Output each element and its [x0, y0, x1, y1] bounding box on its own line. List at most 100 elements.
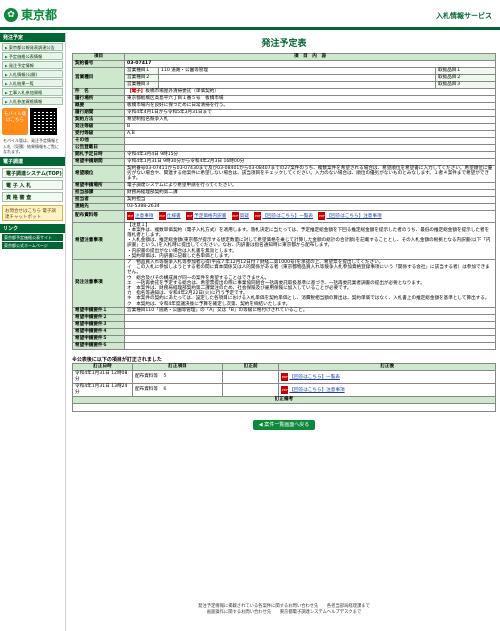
logo-text: 東京都: [21, 8, 58, 22]
apply-notes: 【注意１】 ・本案件は、複数単価契約（電子入札方式）を適用します。落札決定に当た…: [124, 221, 496, 261]
order-notes: ア 物品買入れ等競争入札等参加者心得(平成７年12月12日付７財経二第1000号…: [124, 259, 496, 308]
open-date: 令和4年3月4日 9時15分: [124, 151, 496, 159]
header: ✿ 東京都 入札情報サービス: [0, 0, 500, 30]
tokyo-logo[interactable]: ✿ 東京都: [4, 6, 57, 23]
kind-value: 110 道路・公園等管理: [158, 67, 436, 75]
table-row: 令和4年1月31日 13時24分 配布資料等 ６ PDF 【回答はこちら】注意事項: [72, 382, 496, 397]
doc-link[interactable]: 予定価格内訳書: [194, 214, 226, 219]
row-label: 希望申請要件６: [72, 341, 125, 350]
col-after: 訂正後: [278, 362, 496, 371]
contract-number: 03-07417: [124, 60, 496, 68]
method: 希望制指名競争入札: [124, 116, 496, 124]
grade: B: [124, 123, 496, 131]
sidebar-link-5[interactable]: 工事入札参加資格: [2, 88, 63, 96]
kind-category: 取扱品目１: [435, 67, 496, 75]
main-content: 発注予定表 項目項 目 内 容 契約番号 03-07417 営業種目 営業種目１ 1…: [72, 38, 496, 430]
accept-grade: A,B: [124, 130, 496, 138]
row-label: 契約方法: [72, 116, 125, 124]
correction-after-link[interactable]: 【回答はこちら】一覧表: [289, 375, 340, 380]
kind-key: 営業種目２: [124, 74, 159, 82]
external-link-0[interactable]: 東京都予定価格公表サイト: [2, 233, 63, 241]
back-to-list-button[interactable]: ◀ 案件一覧画面へ戻る: [253, 419, 315, 430]
extra-requirement: [124, 313, 496, 322]
chatbot-banner[interactable]: お問合せはこちら 電子調達チャットボット: [2, 204, 63, 221]
doc-link[interactable]: 【回答はこちら】注意事項: [326, 214, 381, 219]
correction-after-link[interactable]: 【回答はこちら】注意事項: [289, 388, 344, 393]
correction-date: 令和4年1月31日 12時08分: [72, 369, 133, 384]
sidebar-big-link-2[interactable]: 資 格 審 査: [2, 191, 63, 202]
doc-link[interactable]: 【回答はこちら】一覧表: [262, 214, 313, 219]
row-label: 希望申請要件４: [72, 327, 125, 336]
sidebar-link-1[interactable]: 予定価格公表情報: [2, 52, 63, 60]
mobile-box: モバイル版 はこちら: [2, 108, 63, 135]
extra-requirement: [124, 320, 496, 329]
row-label: 希望申請要件２: [72, 313, 125, 322]
extra-requirement: 営業種目110「道路・公園等管理」の「A」又は「B」の等級に格付けされていること…: [124, 306, 496, 315]
mobile-note: モバイル版は、発注予定情報と入札（見積）結果情報をご覧になれます。: [3, 138, 59, 154]
sidebar-link-0[interactable]: 東京都公報発表調達公告: [2, 43, 63, 51]
sidebar-heading-links: リンク: [0, 223, 65, 233]
apply-system: 電子調達システムにより希望申請を行ってください。: [124, 181, 496, 190]
sidebar-heading-schedule: 発注予定: [0, 33, 65, 42]
correction-title: ※公表後に以下の項目が訂正されました: [72, 356, 162, 363]
person: 契約担当: [124, 195, 496, 204]
pdf-icon: PDF: [186, 211, 194, 220]
remark-label: 訂正備考: [72, 395, 496, 404]
col-date: 訂正日時: [72, 362, 133, 371]
row-label: 希望注意事項: [72, 221, 125, 261]
correction-item: 配布資料等 ６: [132, 382, 223, 397]
row-label: 概要: [72, 102, 125, 110]
pdf-icon: PDF: [281, 372, 289, 381]
tokyo-logo-icon: ✿: [4, 7, 18, 22]
extra-requirement: [124, 334, 496, 343]
kind-category: 取扱品目３: [435, 81, 496, 89]
correction-item: 配布資料等 ５: [132, 369, 223, 384]
correction-date: 令和4年1月31日 13時24分: [72, 382, 133, 397]
department: 財務局経理部契約第二課: [124, 188, 496, 197]
row-label: 件 名: [72, 88, 125, 96]
correction-table: 訂正日時 訂正項目 訂正前 訂正後 令和4年1月31日 12時08分 配布資料等…: [72, 362, 496, 412]
other: [124, 137, 496, 145]
electronic-tag: 【電子】: [127, 89, 146, 94]
pdf-icon: PDF: [231, 211, 239, 220]
period: 令和4年4月1日から令和5年3月31日まで: [124, 109, 496, 117]
pdf-icon: PDF: [318, 211, 326, 220]
row-label: 担当部課: [72, 188, 125, 197]
site-name: 入札情報サービス: [436, 12, 492, 20]
row-label: その他: [72, 137, 125, 145]
sidebar-link-4[interactable]: 入札結果一覧: [2, 79, 63, 87]
kind-value: [158, 74, 436, 82]
sidebar-link-2[interactable]: 発注予定情報: [2, 61, 63, 69]
table-row: 令和4年1月31日 12時08分 配布資料等 ５ PDF 【回答はこちら】一覧表: [72, 369, 496, 384]
extra-label: 希望申請要件: [75, 335, 103, 341]
doc-link[interactable]: 質疑: [240, 214, 249, 219]
row-label: 営業種目: [72, 67, 125, 89]
sidebar-link-6[interactable]: 入札参加資格情報: [2, 97, 63, 105]
correction-before: [221, 369, 280, 384]
doc-link[interactable]: 注意事項: [135, 214, 153, 219]
sidebar-big-link-0[interactable]: 電子調達システム(TOP): [2, 167, 63, 178]
sidebar-heading-procurement: 電子調達: [0, 156, 65, 166]
external-link-1[interactable]: 東京都公式ホームページ: [2, 241, 63, 249]
row-label: 希望申請場所: [72, 181, 125, 190]
sidebar: 発注予定 東京都公報発表調達公告 予定価格公表情報 発注予定情報 入札情報(公開…: [0, 33, 66, 631]
place: 東京都板橋区高島平六丁目１番５号 板橋市場: [124, 95, 496, 103]
extra-label: 希望申請要件: [75, 328, 103, 334]
pdf-icon: PDF: [254, 211, 262, 220]
extra-label: 希望申請要件: [75, 314, 103, 320]
row-label: 公告登載日: [72, 144, 125, 152]
sidebar-big-link-1[interactable]: 電 子 入 札: [2, 179, 63, 190]
row-label: 連絡先: [72, 202, 125, 211]
doc-link[interactable]: 仕様書: [167, 214, 181, 219]
mobile-button[interactable]: モバイル版 はこちら: [2, 108, 28, 135]
hope-order: 契約番号03-07411から03-07430まで及び03-08401から03-0…: [124, 165, 496, 183]
extra-requirement: [124, 327, 496, 336]
row-label: 担当者: [72, 195, 125, 204]
col-item: 訂正項目: [132, 362, 223, 371]
pdf-icon: PDF: [281, 385, 289, 394]
sidebar-link-3[interactable]: 入札情報(公開): [2, 70, 63, 78]
row-label: 希望申請要件１: [72, 306, 125, 315]
kind-key: 営業種目３: [124, 81, 159, 89]
row-label: 履行場所: [72, 95, 125, 103]
extra-label: 希望申請要件: [75, 307, 103, 313]
